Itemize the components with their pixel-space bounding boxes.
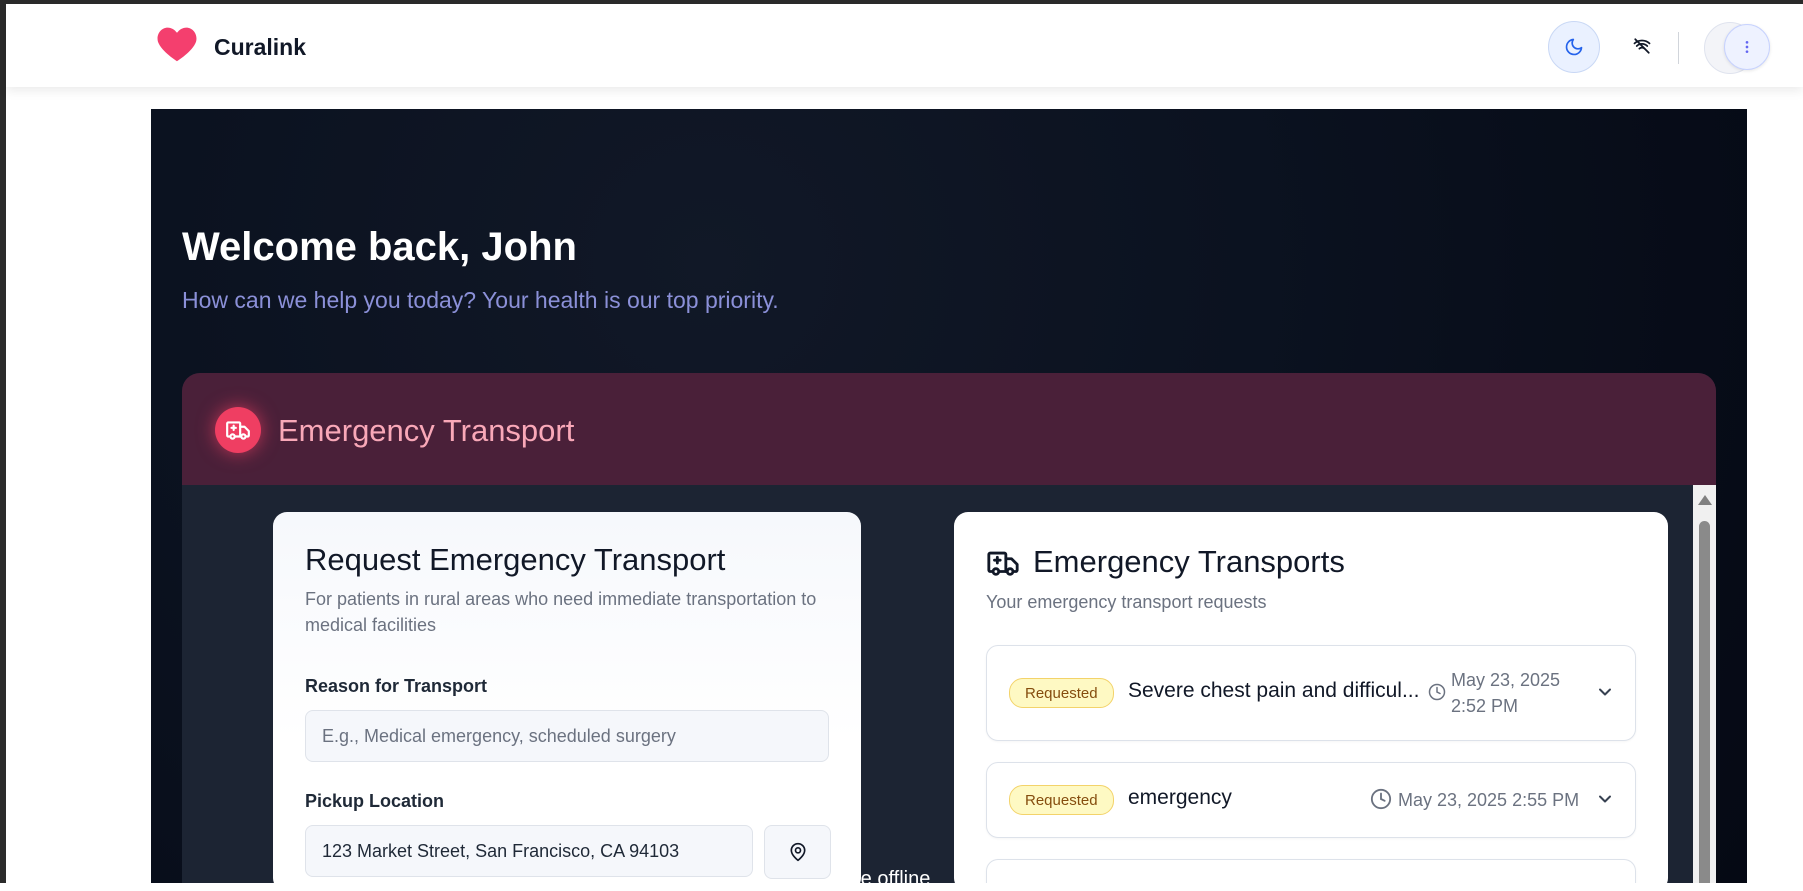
- use-current-location-button[interactable]: [764, 825, 831, 879]
- reason-label: Reason for Transport: [305, 676, 488, 696]
- heart-icon: [157, 27, 197, 62]
- transport-title: emergency: [1128, 786, 1232, 809]
- request-transport-card: Request Emergency Transport For patients…: [273, 512, 861, 883]
- chevron-down-icon[interactable]: [1595, 789, 1615, 809]
- brand-name[interactable]: Curalink: [214, 34, 306, 61]
- emergency-transport-section: Emergency Transport Request Emergency Tr…: [182, 373, 1716, 883]
- transport-datetime: May 23, 2025 2:52 PM: [1451, 667, 1560, 719]
- theme-toggle-button[interactable]: [1548, 21, 1600, 73]
- section-body: Request Emergency Transport For patients…: [182, 485, 1716, 883]
- section-header: Emergency Transport: [182, 373, 1716, 485]
- wifi-off-icon: [1633, 38, 1651, 54]
- pickup-location-input[interactable]: 123 Market Street, San Francisco, CA 941…: [305, 825, 753, 877]
- more-options-button[interactable]: [1724, 24, 1770, 70]
- emergency-transports-card: Emergency Transports Your emergency tran…: [954, 512, 1668, 883]
- transports-card-subtitle: Your emergency transport requests: [986, 592, 1267, 612]
- request-card-description: For patients in rural areas who need imm…: [305, 589, 817, 635]
- top-header: Curalink: [6, 4, 1803, 87]
- header-divider: [1678, 32, 1679, 64]
- clock-icon: [1428, 683, 1446, 701]
- transport-date: May 23, 2025: [1451, 670, 1561, 690]
- transport-item[interactable]: Requested emergency May 23, 2025 2:55 PM: [986, 762, 1636, 838]
- section-title: Emergency Transport: [278, 413, 575, 448]
- status-badge: Requested: [1009, 678, 1114, 708]
- map-pin-icon: [790, 842, 805, 862]
- ambulance-badge: [215, 407, 261, 453]
- scroll-thumb[interactable]: [1699, 521, 1710, 883]
- welcome-title: Welcome back, John: [182, 225, 577, 269]
- scrollbar[interactable]: [1693, 485, 1716, 883]
- chevron-down-icon[interactable]: [1595, 682, 1615, 702]
- transports-card-title: Emergency Transports: [1033, 544, 1345, 579]
- main-dashboard: Welcome back, John How can we help you t…: [151, 109, 1747, 883]
- pickup-label: Pickup Location: [305, 791, 445, 811]
- ambulance-icon: [226, 421, 250, 440]
- status-badge: Requested: [1009, 785, 1114, 815]
- transport-item[interactable]: Requested Severe chest pain and difficul…: [986, 645, 1636, 741]
- transport-item[interactable]: [986, 859, 1636, 883]
- welcome-subtitle: How can we help you today? Your health i…: [182, 287, 779, 313]
- reason-input[interactable]: E.g., Medical emergency, scheduled surge…: [305, 710, 829, 762]
- window-frame-left: [0, 0, 6, 883]
- offline-notice: re offline: [854, 868, 931, 890]
- scroll-up-arrow[interactable]: [1698, 495, 1712, 505]
- connection-status-button[interactable]: [1626, 30, 1658, 62]
- transport-date: May 23, 2025 2:55 PM: [1398, 790, 1580, 810]
- request-card-title: Request Emergency Transport: [305, 542, 726, 577]
- moon-icon: [1565, 38, 1583, 56]
- transport-time: 2:52 PM: [1451, 696, 1519, 716]
- clock-icon: [1370, 788, 1392, 810]
- more-vertical-icon: [1745, 41, 1749, 53]
- transport-title: Severe chest pain and difficul...: [1128, 679, 1420, 702]
- ambulance-icon: [987, 551, 1019, 576]
